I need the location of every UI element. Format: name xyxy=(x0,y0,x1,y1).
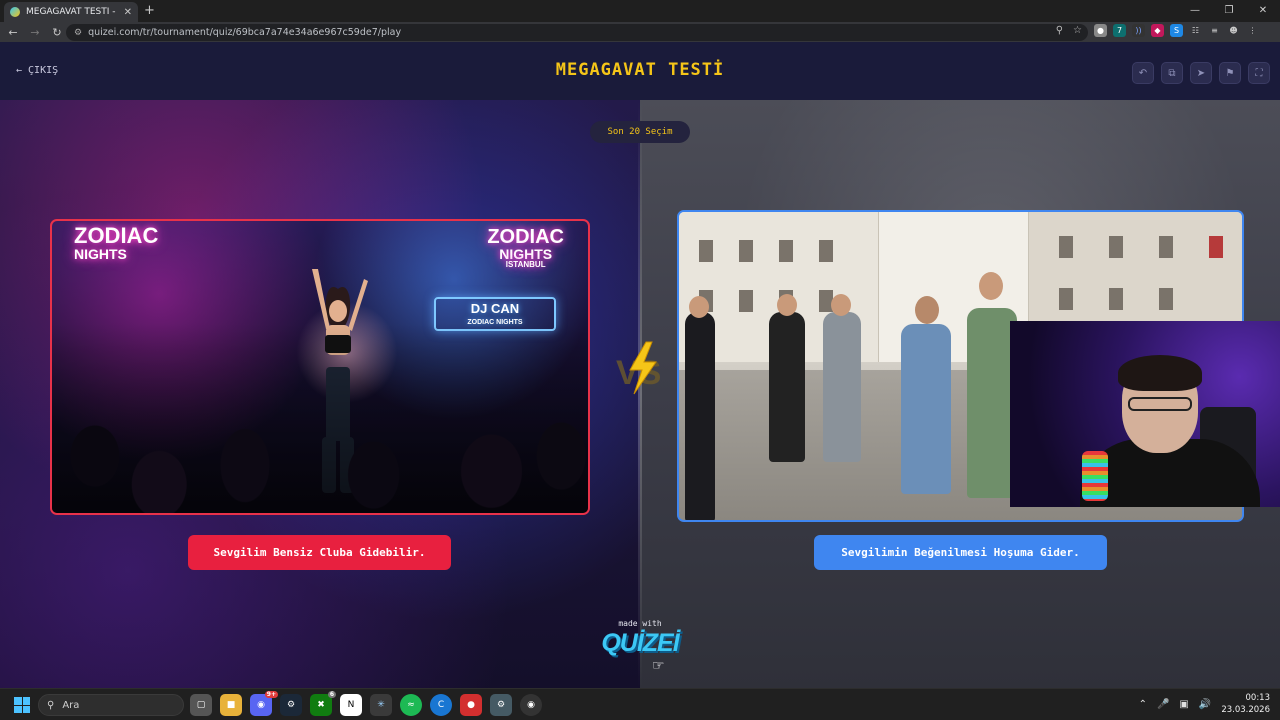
network-icon[interactable]: ▣ xyxy=(1179,699,1188,710)
share-icon[interactable]: ⧉ xyxy=(1161,62,1183,84)
ccleaner-icon[interactable]: C xyxy=(430,694,452,716)
fullscreen-icon[interactable]: ⛶ xyxy=(1248,62,1270,84)
woman-denim-jacket xyxy=(901,324,951,494)
flag-icon[interactable]: ⚑ xyxy=(1219,62,1241,84)
webcam-overlay xyxy=(1010,321,1280,507)
tab-close-icon[interactable]: ✕ xyxy=(124,7,132,18)
option-right-button[interactable]: Sevgilimin Beğenilmesi Hoşuma Gider. xyxy=(814,535,1107,570)
crowd-silhouettes xyxy=(52,323,588,513)
tray-overflow-icon[interactable]: ⌃ xyxy=(1139,699,1147,710)
person-walking-1 xyxy=(769,312,805,462)
extension-2-icon[interactable]: 7 xyxy=(1113,24,1126,37)
extension-3-icon[interactable]: )) xyxy=(1132,24,1145,37)
minimize-icon[interactable]: — xyxy=(1178,0,1212,22)
perplexity-icon[interactable]: ✳ xyxy=(370,694,392,716)
settings-icon[interactable]: ⚙ xyxy=(490,694,512,716)
browser-tab-active[interactable]: MEGAGAVAT TESTİ - Tier ✕ xyxy=(4,2,138,22)
notion-icon[interactable]: N xyxy=(340,694,362,716)
search-placeholder: Ara xyxy=(62,699,80,711)
xbox-icon[interactable]: ✖ 6 xyxy=(310,691,336,716)
search-icon: ⚲ xyxy=(47,699,55,711)
neon-sign-right: ZODIAC NIGHTS ISTANBUL xyxy=(487,226,564,269)
clock-date: 23.03.2026 xyxy=(1221,705,1270,715)
rgb-microphone xyxy=(1082,451,1108,501)
round-counter-badge: Son 20 Seçim xyxy=(590,121,690,143)
reload-icon[interactable]: ↻ xyxy=(46,26,68,39)
quizei-logo[interactable]: QUİZEİ xyxy=(596,629,684,658)
window-controls: — ❐ ✕ xyxy=(1178,0,1280,22)
menu-kebab-icon[interactable]: ⋮ xyxy=(1246,24,1259,37)
address-bar[interactable]: ⚙ quizei.com/tr/tournament/quiz/69bca7a7… xyxy=(66,24,1088,41)
restore-icon[interactable]: ❐ xyxy=(1212,0,1246,22)
folder-icon[interactable]: ■ xyxy=(220,694,242,716)
person-walking-2 xyxy=(823,312,861,462)
quiz-header: ← ÇIKIŞ MEGAGAVAT TESTİ ↶ ⧉ ➤ ⚑ ⛶ xyxy=(0,42,1280,100)
option-left-button[interactable]: Sevgilim Bensiz Cluba Gidebilir. xyxy=(188,535,451,570)
zoom-icon[interactable]: ⚲ xyxy=(1056,25,1063,36)
site-favicon-icon xyxy=(10,7,20,17)
browser-tab-strip: MEGAGAVAT TESTİ - Tier ✕ + — ❐ ✕ xyxy=(0,0,1280,22)
mouse-cursor-icon: ☞ xyxy=(652,658,665,674)
extension-4-icon[interactable]: ◆ xyxy=(1151,24,1164,37)
made-with-label: made with xyxy=(618,619,662,628)
discord-icon[interactable]: ◉ 9+ xyxy=(250,691,278,716)
profile-icon[interactable]: ☻ xyxy=(1227,24,1240,37)
extension-icons: ● 7 )) ◆ S ☷ ≡ ☻ ⋮ xyxy=(1094,24,1259,37)
option-left-image[interactable]: ZODIAC NIGHTS ZODIAC NIGHTS ISTANBUL DJ … xyxy=(50,219,590,515)
undo-icon[interactable]: ↶ xyxy=(1132,62,1154,84)
recorder-icon[interactable]: ● xyxy=(460,694,482,716)
taskbar-apps: ▢ ■ ◉ 9+ ⚙ ✖ 6 N ✳ ≈ C ● ⚙ ◉ xyxy=(190,691,542,716)
chrome-icon[interactable]: ◉ xyxy=(520,694,542,716)
microphone-icon[interactable]: 🎤 xyxy=(1157,699,1169,710)
neon-sign-left: ZODIAC NIGHTS xyxy=(74,223,159,262)
system-tray: ⌃ 🎤 ▣ 🔊 00:13 23.03.2026 xyxy=(1139,692,1270,716)
new-tab-button[interactable]: + xyxy=(144,3,155,18)
task-view-icon[interactable]: ▢ xyxy=(190,694,212,716)
browser-toolbar: ← → ↻ ⚙ quizei.com/tr/tournament/quiz/69… xyxy=(0,22,1280,42)
bookmark-star-icon[interactable]: ☆ xyxy=(1073,25,1082,36)
system-clock[interactable]: 00:13 23.03.2026 xyxy=(1221,692,1270,716)
close-window-icon[interactable]: ✕ xyxy=(1246,0,1280,22)
page-title: MEGAGAVAT TESTİ xyxy=(555,60,725,80)
clock-time: 00:13 xyxy=(1245,693,1271,703)
send-icon[interactable]: ➤ xyxy=(1190,62,1212,84)
tab-search-icon[interactable]: ≡ xyxy=(1208,24,1221,37)
volume-icon[interactable]: 🔊 xyxy=(1199,699,1211,710)
spotify-icon[interactable]: ≈ xyxy=(400,694,422,716)
url-text[interactable]: quizei.com/tr/tournament/quiz/69bca7a74e… xyxy=(88,27,401,38)
start-windows-icon[interactable] xyxy=(14,697,30,713)
taskbar-search[interactable]: ⚲ Ara xyxy=(38,694,184,716)
discord-badge: 9+ xyxy=(264,691,278,698)
steam-icon[interactable]: ⚙ xyxy=(280,694,302,716)
header-toolbar: ↶ ⧉ ➤ ⚑ ⛶ xyxy=(1132,62,1270,84)
person-left xyxy=(685,312,715,520)
back-icon[interactable]: ← xyxy=(2,26,24,39)
extensions-puzzle-icon[interactable]: ☷ xyxy=(1189,24,1202,37)
site-info-icon[interactable]: ⚙ xyxy=(74,28,82,38)
windows-taskbar: ⚲ Ara ▢ ■ ◉ 9+ ⚙ ✖ 6 N ✳ ≈ C ● ⚙ ◉ ⌃ 🎤 ▣ 🔊… xyxy=(0,688,1280,720)
vs-lightning-icon: VS xyxy=(616,341,661,395)
matchup-stage: Son 20 Seçim ZODIAC NIGHTS ZODIAC NIGHTS… xyxy=(0,100,1280,688)
tab-title: MEGAGAVAT TESTİ - Tier xyxy=(26,7,118,17)
extension-1-icon[interactable]: ● xyxy=(1094,24,1107,37)
xbox-badge: 6 xyxy=(327,691,336,698)
forward-icon[interactable]: → xyxy=(24,26,46,39)
extension-5-icon[interactable]: S xyxy=(1170,24,1183,37)
